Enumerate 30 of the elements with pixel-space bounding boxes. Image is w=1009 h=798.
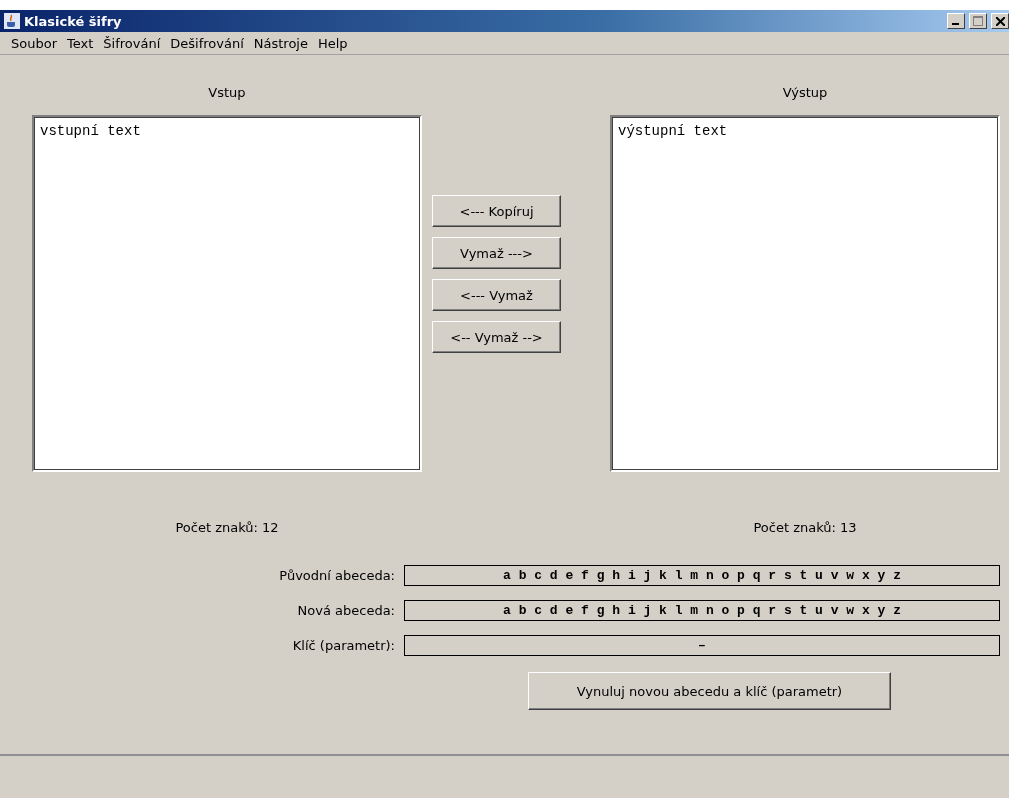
menu-item[interactable]: Dešifrování [165, 35, 249, 51]
maximize-icon [973, 16, 983, 26]
field-label: Původní abeceda: [278, 568, 396, 583]
menu-item[interactable]: Šifrování [98, 35, 166, 51]
input-text-area[interactable]: vstupní text [32, 115, 422, 472]
field-label: Nová abeceda: [296, 603, 396, 618]
alphabet-field[interactable]: a b c d e f g h i j k l m n o p q r s t u v w x y z [404, 565, 1000, 586]
action-button[interactable]: <--- Vymaž [432, 279, 561, 311]
maximize-button[interactable] [969, 13, 987, 29]
character-count: Počet znaků: 12 [175, 520, 279, 535]
alphabet-field[interactable]: – [404, 635, 1000, 656]
character-count: Počet znaků: 13 [753, 520, 857, 535]
menu-item[interactable]: Text [62, 35, 99, 51]
close-button[interactable] [991, 13, 1009, 29]
output-text-area[interactable]: výstupní text [610, 115, 1000, 472]
action-button[interactable]: Vymaž ---> [432, 237, 561, 269]
close-icon [995, 16, 1005, 26]
menu-item[interactable]: Help [312, 35, 353, 51]
panel-label: Výstup [782, 85, 828, 102]
alphabet-field[interactable]: a b c d e f g h i j k l m n o p q r s t u v w x y z [404, 600, 1000, 621]
minimize-button[interactable] [947, 13, 965, 29]
action-button[interactable]: <--- Kopíruj [432, 195, 561, 227]
action-button[interactable]: <-- Vymaž --> [432, 321, 561, 353]
menu-item[interactable]: Soubor [6, 35, 62, 51]
coffee-cup-icon [4, 13, 20, 29]
window-title: Klasické šifry [24, 13, 123, 29]
panel-label: Vstup [208, 85, 246, 102]
field-label: Klíč (parametr): [291, 638, 396, 653]
reset-button[interactable]: Vynuluj novou abecedu a klíč (parametr) [528, 672, 891, 710]
menu-item[interactable]: Nástroje [248, 35, 313, 51]
